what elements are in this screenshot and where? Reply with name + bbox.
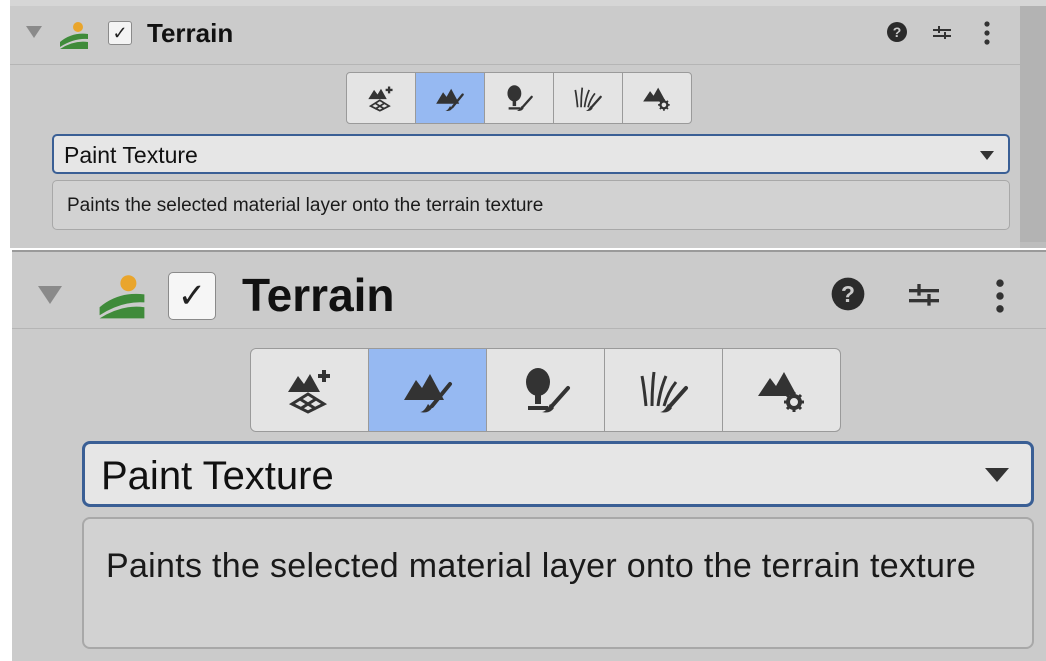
tool-create-neighbor[interactable] [250,348,369,432]
help-icon[interactable]: ? [830,276,866,312]
mode-dropdown-value: Paint Texture [101,454,334,498]
tool-create-neighbor[interactable] [346,72,416,124]
foldout-arrow-icon[interactable] [38,286,62,304]
create-neighbor-terrains-icon [287,370,330,414]
paint-terrain-icon [403,374,452,413]
tool-paint-trees[interactable] [486,348,605,432]
svg-text:?: ? [893,24,902,40]
terrain-component-icon [99,275,145,319]
mode-description-box: Paints the selected material layer onto … [82,517,1034,649]
more-options-icon[interactable] [980,20,994,46]
mode-description-text: Paints the selected material layer onto … [106,547,977,585]
paint-terrain-icon [436,88,464,111]
mode-description-text: Paints the selected material layer onto … [67,195,544,216]
component-enabled-checkbox[interactable]: ✓ [108,21,132,45]
tool-terrain-settings[interactable] [722,348,841,432]
create-neighbor-terrains-icon [368,86,393,112]
presets-icon[interactable] [930,20,954,44]
component-title: Terrain [147,18,234,48]
terrain-tools-toolbar [250,348,844,432]
header-divider [12,328,1046,329]
chevron-down-icon [980,151,994,160]
tool-terrain-settings[interactable] [622,72,692,124]
chevron-down-icon [985,468,1009,482]
component-enabled-checkbox[interactable]: ✓ [168,272,216,320]
scrollbar[interactable] [1020,6,1046,248]
terrain-tools-toolbar [346,72,704,126]
component-title: Terrain [242,269,395,321]
terrain-inspector-small: ✓ Terrain ? Paint Texture Paints the sel… [10,0,1046,248]
more-options-icon[interactable] [990,274,1010,318]
svg-text:?: ? [841,281,855,307]
mode-dropdown-value: Paint Texture [64,142,198,168]
tool-paint-details[interactable] [604,348,723,432]
header-divider [10,64,1020,65]
tool-paint-terrain[interactable] [368,348,487,432]
tool-paint-terrain[interactable] [415,72,485,124]
terrain-component-icon [60,22,88,49]
help-icon[interactable]: ? [886,21,908,43]
tool-paint-details[interactable] [553,72,623,124]
terrain-inspector-large: ✓ Terrain ? Paint Texture Paints the sel… [12,250,1046,661]
terrain-settings-icon [757,372,804,412]
scrollbar-thumb[interactable] [1020,6,1046,242]
paint-details-icon [640,371,688,413]
paint-trees-icon [525,368,570,413]
mode-description-box: Paints the selected material layer onto … [52,180,1010,230]
foldout-arrow-icon[interactable] [26,26,42,38]
paint-details-icon [574,87,602,111]
mode-dropdown[interactable]: Paint Texture [52,134,1010,174]
component-header[interactable]: ✓ Terrain ? [10,6,1020,58]
terrain-settings-icon [643,87,670,111]
tool-paint-trees[interactable] [484,72,554,124]
paint-trees-icon [507,85,533,111]
mode-dropdown[interactable]: Paint Texture [82,441,1034,507]
presets-icon[interactable] [904,274,944,314]
